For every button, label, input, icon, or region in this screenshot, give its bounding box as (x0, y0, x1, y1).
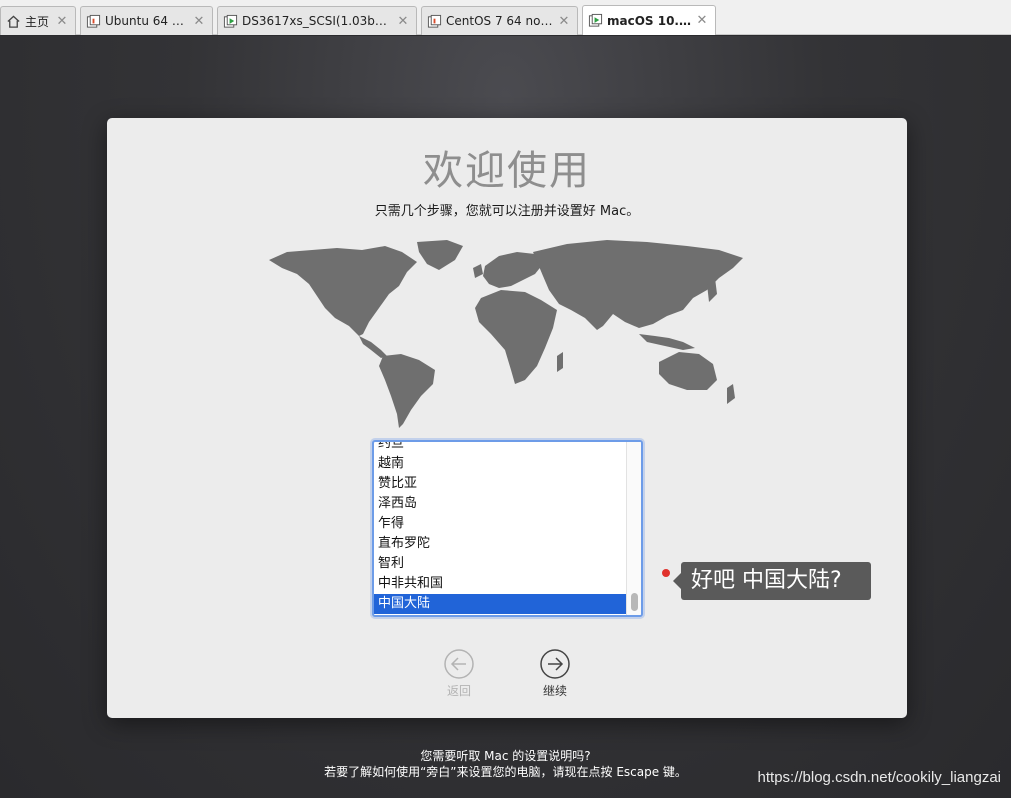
vm-tab-bar: 主页 ✕ Ubuntu 64 bbb ✕ DS3617xs_SCSI(1.03b… (0, 0, 1011, 35)
voiceover-caption: 好吧 中国大陆? (673, 562, 871, 600)
list-item[interactable]: 泽西岛 (374, 494, 626, 514)
list-item[interactable]: 赞比亚 (374, 474, 626, 494)
vm-screen[interactable]: 欢迎使用 只需几个步骤，您就可以注册并设置好 Mac。 约旦 越南 赞比亚 泽西… (0, 36, 1011, 798)
close-icon[interactable]: ✕ (695, 13, 709, 28)
list-item[interactable]: 智利 (374, 554, 626, 574)
vm-icon (86, 14, 101, 28)
close-icon[interactable]: ✕ (557, 14, 571, 29)
tab-label: macOS 10.14.6 (607, 13, 691, 28)
vm-running-icon (588, 13, 603, 27)
tab-label: DS3617xs_SCSI(1.03b+DSM6... (242, 14, 392, 28)
world-map-image (269, 240, 743, 428)
tab-macos[interactable]: macOS 10.14.6 ✕ (582, 5, 716, 35)
continue-button[interactable]: 继续 (525, 648, 585, 699)
back-button[interactable]: 返回 (429, 648, 489, 699)
voiceover-indicator-dot (662, 569, 670, 577)
list-item[interactable]: 直布罗陀 (374, 534, 626, 554)
home-icon (7, 14, 20, 28)
list-item-selected[interactable]: 中国大陆 (374, 594, 626, 614)
blog-watermark: https://blog.csdn.net/cookily_liangzai (757, 769, 1001, 786)
forward-arrow-icon (540, 649, 570, 679)
back-label: 返回 (446, 684, 471, 698)
voiceover-hint-line-1: 您需要听取 Mac 的设置说明吗? (420, 749, 591, 763)
tab-label: CentOS 7 64 node1 (446, 14, 553, 28)
close-icon[interactable]: ✕ (55, 14, 69, 29)
country-list[interactable]: 约旦 越南 赞比亚 泽西岛 乍得 直布罗陀 智利 中非共和国 中国大陆 (372, 440, 643, 617)
tab-ds3617xs[interactable]: DS3617xs_SCSI(1.03b+DSM6... ✕ (217, 6, 417, 35)
tab-ubuntu[interactable]: Ubuntu 64 bbb ✕ (80, 6, 213, 35)
page-subtitle: 只需几个步骤，您就可以注册并设置好 Mac。 (374, 204, 640, 219)
vm-icon (427, 14, 442, 28)
close-icon[interactable]: ✕ (396, 14, 410, 29)
country-list-items: 约旦 越南 赞比亚 泽西岛 乍得 直布罗陀 智利 中非共和国 中国大陆 (374, 442, 626, 614)
tab-label: 主页 (25, 14, 50, 29)
close-icon[interactable]: ✕ (192, 14, 206, 29)
list-item[interactable]: 越南 (374, 454, 626, 474)
tab-home[interactable]: 主页 ✕ (0, 6, 76, 35)
list-item[interactable]: 乍得 (374, 514, 626, 534)
page-title: 欢迎使用 (423, 148, 591, 194)
vm-running-icon (223, 14, 238, 28)
tab-label: Ubuntu 64 bbb (105, 14, 188, 28)
setup-assistant-window: 欢迎使用 只需几个步骤，您就可以注册并设置好 Mac。 约旦 越南 赞比亚 泽西… (107, 118, 907, 718)
scrollbar-thumb[interactable] (631, 593, 638, 611)
list-item[interactable]: 中非共和国 (374, 574, 626, 594)
list-item[interactable]: 约旦 (374, 442, 626, 454)
continue-label: 继续 (542, 684, 567, 698)
back-arrow-icon (444, 649, 474, 679)
tab-centos[interactable]: CentOS 7 64 node1 ✕ (421, 6, 578, 35)
list-scrollbar[interactable] (626, 442, 641, 615)
